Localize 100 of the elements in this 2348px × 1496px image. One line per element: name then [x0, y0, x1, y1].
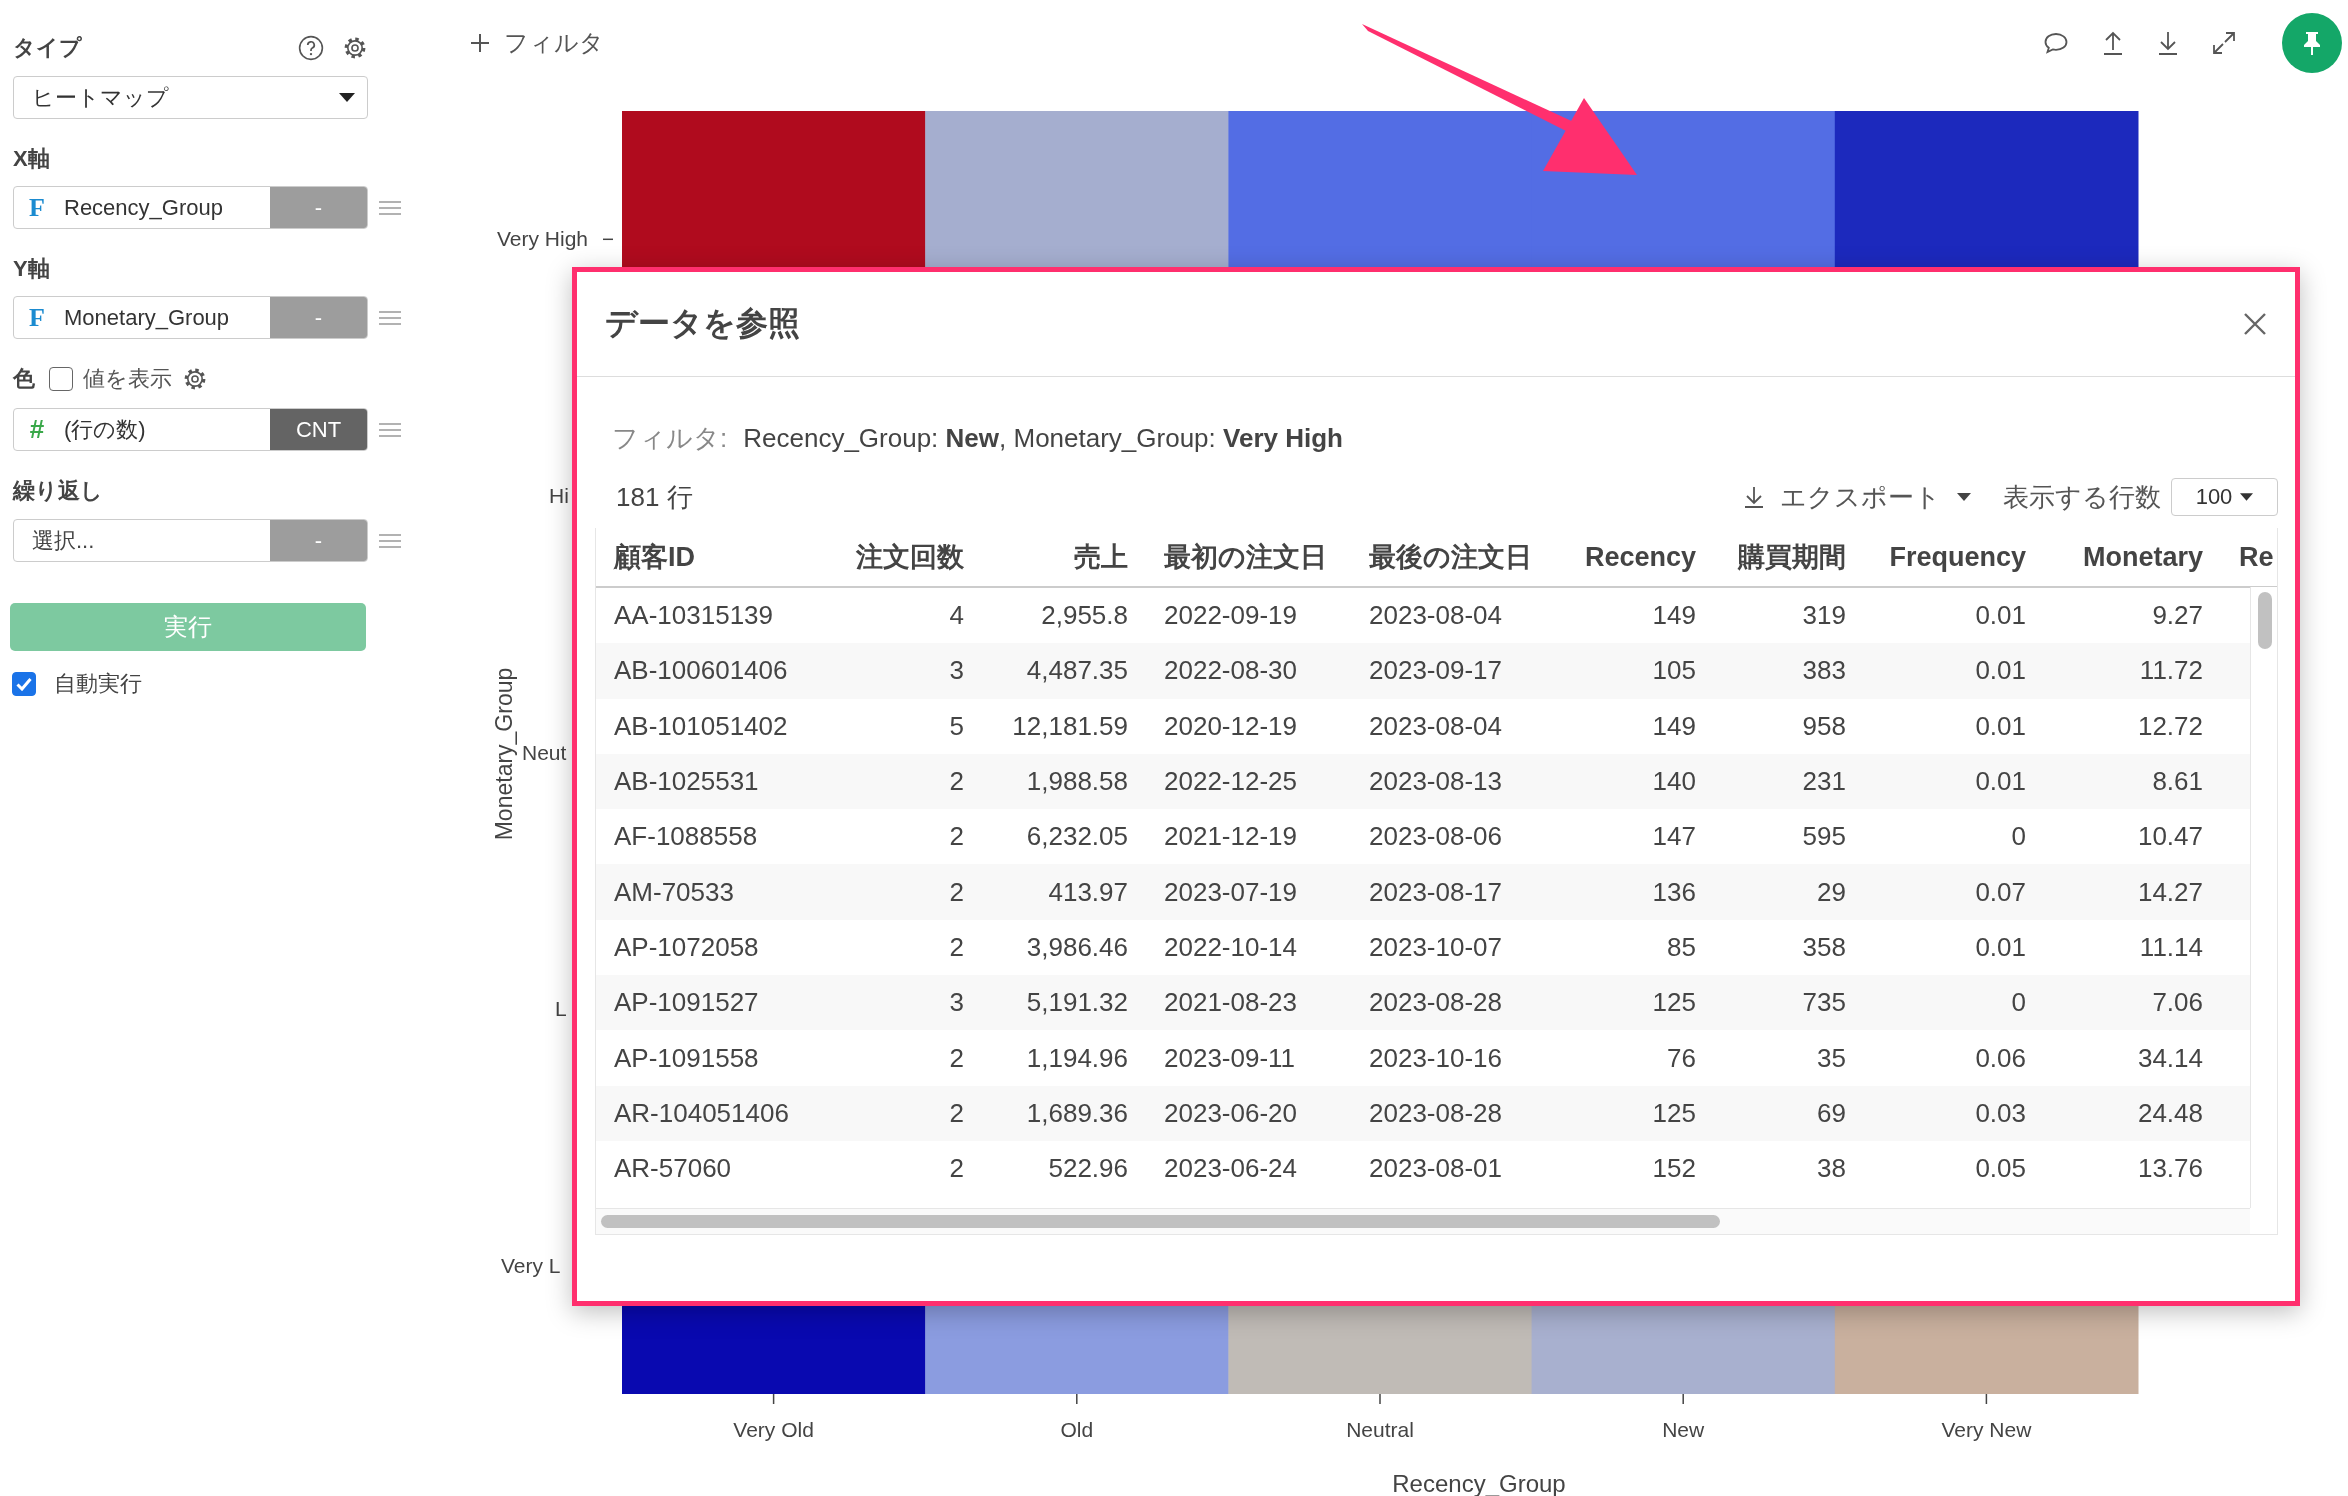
filter-text: Recency_Group: New, Monetary_Group: Very High: [743, 422, 1343, 454]
table-cell: 231: [1714, 753, 1864, 810]
pin-icon: [2301, 30, 2323, 56]
table-cell: 12,181.59: [982, 698, 1146, 754]
table-cell: 3: [796, 643, 982, 699]
table-cell: 140: [1556, 753, 1714, 810]
drag-handle-icon[interactable]: [379, 532, 401, 549]
download-icon: [1744, 485, 1764, 509]
section-label: Y軸: [13, 255, 50, 283]
download-icon[interactable]: [2157, 30, 2179, 56]
table-cell: 2022-08-30: [1146, 643, 1351, 699]
table-cell: 358: [1714, 919, 1864, 976]
table-cell: 3: [796, 975, 982, 1031]
column-header[interactable]: 購買期間: [1714, 528, 1864, 587]
axis-label: New: [1662, 1418, 1705, 1441]
table-cell: 2: [796, 753, 982, 810]
close-button[interactable]: [2243, 312, 2267, 336]
table-cell: 136: [1556, 864, 1714, 920]
table-cell: 2023-07-19: [1146, 864, 1351, 920]
rows-per-page-dropdown[interactable]: 100: [2171, 478, 2278, 516]
scrollbar-thumb[interactable]: [2258, 592, 2272, 649]
checkbox[interactable]: [12, 672, 36, 696]
column-header[interactable]: Monetary: [2044, 528, 2221, 587]
column-header[interactable]: Recency: [1556, 528, 1714, 587]
table-cell: 4,487.35: [982, 643, 1146, 699]
column-header[interactable]: 顧客ID: [596, 528, 796, 587]
table-cell: 11.72: [2044, 643, 2221, 699]
table-cell: 2022-12-25: [1146, 753, 1351, 810]
axis-label: Old: [1060, 1418, 1094, 1441]
aggregate-button[interactable]: CNT: [270, 409, 367, 450]
table-cell: 69: [1714, 1085, 1864, 1141]
table-cell: 2022-10-14: [1146, 919, 1351, 976]
table-cell: 0.01: [1864, 698, 2044, 754]
table-cell: 0: [1864, 809, 2044, 865]
table-cell: 958: [1714, 698, 1864, 754]
pin-button[interactable]: [2282, 13, 2342, 73]
column-header[interactable]: Frequency: [1864, 528, 2044, 587]
table-cell: 413.97: [982, 864, 1146, 920]
axis-label: Very Old: [733, 1418, 814, 1441]
heatmap-cell[interactable]: [1228, 1306, 1533, 1394]
scrollbar-thumb[interactable]: [601, 1215, 1720, 1228]
table-cell: 2023-08-04: [1351, 698, 1556, 754]
heatmap-cell[interactable]: [1228, 111, 1533, 267]
table-cell: 1,194.96: [982, 1030, 1146, 1086]
section-label: 色: [13, 365, 35, 393]
table-cell: 383: [1714, 643, 1864, 699]
upload-icon[interactable]: [2102, 30, 2124, 56]
comment-icon[interactable]: [2043, 31, 2069, 55]
table-cell: 2023-09-11: [1146, 1030, 1351, 1086]
heatmap-cell[interactable]: [925, 111, 1229, 267]
drag-handle-icon[interactable]: [379, 421, 401, 438]
section-label: X軸: [13, 145, 50, 173]
heatmap-cell[interactable]: [925, 1306, 1229, 1394]
chart-type-dropdown[interactable]: ヒートマップ: [13, 76, 368, 119]
table-cell: 147: [1556, 809, 1714, 865]
table-cell: 2023-08-04: [1351, 587, 1556, 644]
column-header[interactable]: 最初の注文日: [1146, 528, 1351, 587]
add-filter-button[interactable]: フィルタ: [470, 26, 604, 59]
settings-icon[interactable]: [182, 366, 208, 392]
axis-label: Very L: [501, 1253, 561, 1277]
table-cell: 0.06: [1864, 1030, 2044, 1086]
heatmap-cell[interactable]: [1531, 1306, 1836, 1394]
export-button[interactable]: エクスポート: [1744, 479, 1971, 515]
section-label: 繰り返し: [13, 477, 103, 505]
settings-icon[interactable]: [342, 35, 368, 61]
table-cell: 5: [796, 698, 982, 754]
text-type-icon: F: [28, 302, 46, 333]
help-icon[interactable]: [298, 35, 324, 61]
heatmap-cell[interactable]: [1834, 111, 2139, 267]
field-selector[interactable]: F Recency_Group -: [13, 186, 368, 229]
heatmap-cell[interactable]: [622, 1306, 926, 1394]
table-cell: 29: [1714, 864, 1864, 920]
table-cell: 3,986.46: [982, 919, 1146, 976]
table-cell: 2022-09-19: [1146, 587, 1351, 644]
checkbox[interactable]: [49, 367, 73, 391]
table-cell: 0: [1864, 975, 2044, 1031]
table-cell: 6,232.05: [982, 809, 1146, 865]
table-cell: 2023-08-06: [1351, 809, 1556, 865]
table-cell: 4: [796, 587, 982, 644]
column-header[interactable]: 最後の注文日: [1351, 528, 1556, 587]
dialog-title: データを参照: [605, 304, 800, 343]
table-cell: 38: [1714, 1140, 1864, 1197]
heatmap-cell[interactable]: [1834, 1306, 2139, 1394]
field-name: Monetary_Group: [64, 304, 230, 331]
axis-label: Hi: [549, 483, 569, 507]
column-header[interactable]: 注文回数: [796, 528, 982, 587]
table-cell: 2023-08-13: [1351, 753, 1556, 810]
heatmap-cell[interactable]: [622, 111, 926, 267]
table-cell: 319: [1714, 587, 1864, 644]
axis-label: Very High: [497, 227, 589, 251]
field-selector[interactable]: 選択... -: [13, 519, 368, 562]
column-header[interactable]: 売上: [982, 528, 1146, 587]
field-selector[interactable]: F Monetary_Group -: [13, 296, 368, 339]
table-cell: 8.61: [2044, 753, 2221, 810]
drag-handle-icon[interactable]: [379, 199, 401, 216]
drag-handle-icon[interactable]: [379, 309, 401, 326]
expand-icon[interactable]: [2212, 31, 2236, 55]
table-cell: 14.27: [2044, 864, 2221, 920]
field-selector[interactable]: # (行の数) CNT: [13, 408, 368, 451]
heatmap-cell[interactable]: [1531, 111, 1836, 267]
